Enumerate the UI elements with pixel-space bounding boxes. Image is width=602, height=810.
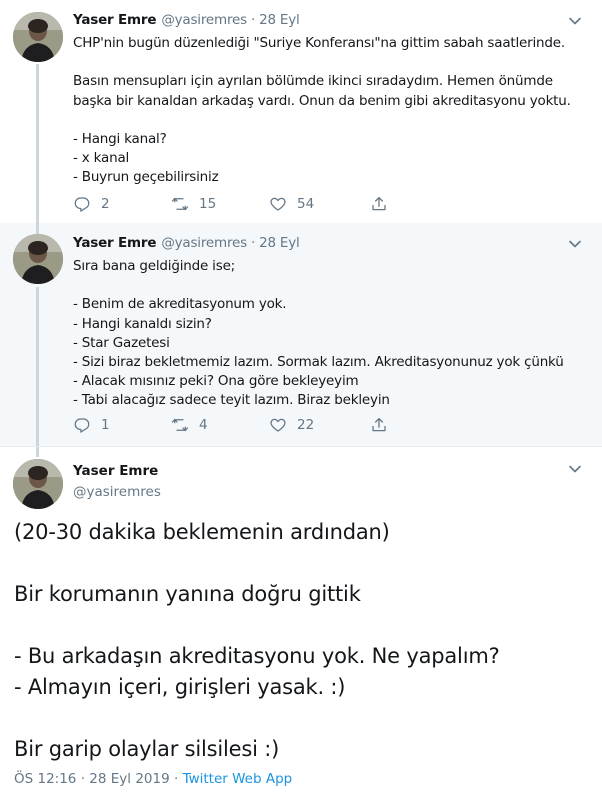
separator: · (250, 235, 256, 251)
avatar[interactable] (13, 234, 63, 284)
author-name[interactable]: Yaser Emre (73, 235, 157, 251)
tweet-time[interactable]: ÖS 12:16 (14, 771, 76, 787)
tweet-line (73, 276, 583, 295)
share-button[interactable] (370, 195, 398, 213)
tweet-actions: 1 4 22 (73, 416, 403, 436)
tweet-line: - x kanal (73, 150, 130, 167)
author-name[interactable]: Yaser Emre (73, 12, 157, 28)
tweet-full-date[interactable]: 28 Eyl 2019 (89, 771, 169, 787)
tweet-metadata: ÖS 12:16 · 28 Eyl 2019 · Twitter Web App (14, 771, 292, 787)
thread-line (36, 287, 39, 446)
tweet-line (14, 610, 584, 641)
like-icon (270, 197, 286, 211)
like-button[interactable]: 54 (269, 195, 314, 213)
thread-line (36, 447, 39, 457)
tweet-date[interactable]: 28 Eyl (259, 235, 300, 251)
share-icon (372, 196, 386, 211)
tweet-line: - Hangi kanaldı sizin? (73, 315, 212, 332)
tweet-text: (20-30 dakika beklemenin ardından) Bir k… (14, 517, 584, 765)
chevron-down-icon[interactable] (568, 237, 582, 251)
tweet-line: - Tabi alacağız sadece teyit lazım. Bira… (73, 392, 390, 409)
tweet-line: - Sizi biraz bekletmemiz lazım. Sormak l… (73, 353, 564, 370)
tweet-source-link[interactable]: Twitter Web App (183, 771, 293, 787)
tweet-line: - Alacak mısınız peki? Ona göre bekleyey… (73, 373, 359, 390)
reply-count: 2 (101, 196, 110, 212)
reply-icon (74, 197, 90, 212)
tweet-2[interactable]: Yaser Emre @yasiremres · 28 Eyl Sıra ban… (0, 223, 602, 446)
tweet-line: Sıra bana geldiğinde ise; (73, 258, 236, 274)
separator: · (80, 771, 85, 787)
retweet-count: 15 (199, 196, 217, 212)
tweet-line: CHP'nin bugün düzenlediği "Suriye Konfer… (73, 35, 565, 51)
thread-line (36, 223, 39, 234)
retweet-icon (171, 197, 189, 211)
tweet-date[interactable]: 28 Eyl (259, 12, 300, 28)
tweet-line: - Hangi kanal? (73, 130, 167, 147)
reply-count: 1 (101, 417, 110, 433)
tweet-line: başka bir kanaldan arkadaş vardı. Onun d… (73, 92, 571, 109)
tweet-header: Yaser Emre @yasiremres · 28 Eyl (73, 235, 300, 251)
reply-button[interactable]: 2 (73, 195, 110, 213)
author-handle[interactable]: @yasiremres (73, 484, 161, 500)
like-count: 22 (297, 417, 315, 433)
tweet-actions: 2 15 54 (73, 195, 403, 215)
retweet-count: 4 (199, 417, 208, 433)
tweet-line: (20-30 dakika beklemenin ardından) (14, 520, 390, 544)
tweet-line: Bir korumanın yanına doğru gittik (14, 582, 361, 606)
tweet-1[interactable]: Yaser Emre @yasiremres · 28 Eyl CHP'nin … (0, 0, 602, 223)
tweet-line: - Bu arkadaşın akreditasyonu yok. Ne yap… (14, 644, 500, 668)
like-button[interactable]: 22 (269, 416, 314, 434)
tweet-line: - Almayın içeri, girişleri yasak. :) (14, 675, 346, 699)
author-handle[interactable]: @yasiremres (161, 12, 247, 28)
thread-line (36, 64, 39, 223)
reply-icon (74, 418, 90, 433)
retweet-button[interactable]: 4 (171, 416, 208, 434)
tweet-text: Sıra bana geldiğinde ise; - Benim de akr… (73, 257, 583, 411)
tweet-line: Basın mensupları için ayrılan bölümde ik… (73, 73, 553, 90)
tweet-line: - Buyrun geçebilirsiniz (73, 169, 219, 186)
like-count: 54 (297, 196, 315, 212)
tweet-line: Bir garip olaylar silsilesi :) (14, 737, 280, 761)
tweet-line: - Benim de akreditasyonum yok. (73, 296, 287, 313)
focused-tweet: Yaser Emre @yasiremres (20-30 dakika bek… (0, 446, 602, 810)
author-handle[interactable]: @yasiremres (161, 235, 247, 251)
share-icon (372, 417, 386, 432)
tweet-line (73, 53, 583, 72)
separator: · (173, 771, 179, 787)
chevron-down-icon[interactable] (568, 462, 582, 476)
tweet-line (73, 111, 583, 130)
tweet-line: - Star Gazetesi (73, 334, 170, 351)
author-name[interactable]: Yaser Emre (73, 463, 158, 479)
share-button[interactable] (370, 416, 398, 434)
retweet-icon (171, 418, 189, 432)
tweet-text: CHP'nin bugün düzenlediği "Suriye Konfer… (73, 34, 583, 188)
tweet-header: Yaser Emre @yasiremres · 28 Eyl (73, 12, 300, 28)
chevron-down-icon[interactable] (568, 14, 582, 28)
separator: · (250, 12, 256, 28)
retweet-button[interactable]: 15 (171, 195, 216, 213)
like-icon (270, 418, 286, 432)
avatar[interactable] (13, 459, 63, 509)
reply-button[interactable]: 1 (73, 416, 110, 434)
tweet-line (14, 548, 584, 579)
avatar[interactable] (13, 12, 63, 62)
tweet-line (14, 703, 584, 734)
